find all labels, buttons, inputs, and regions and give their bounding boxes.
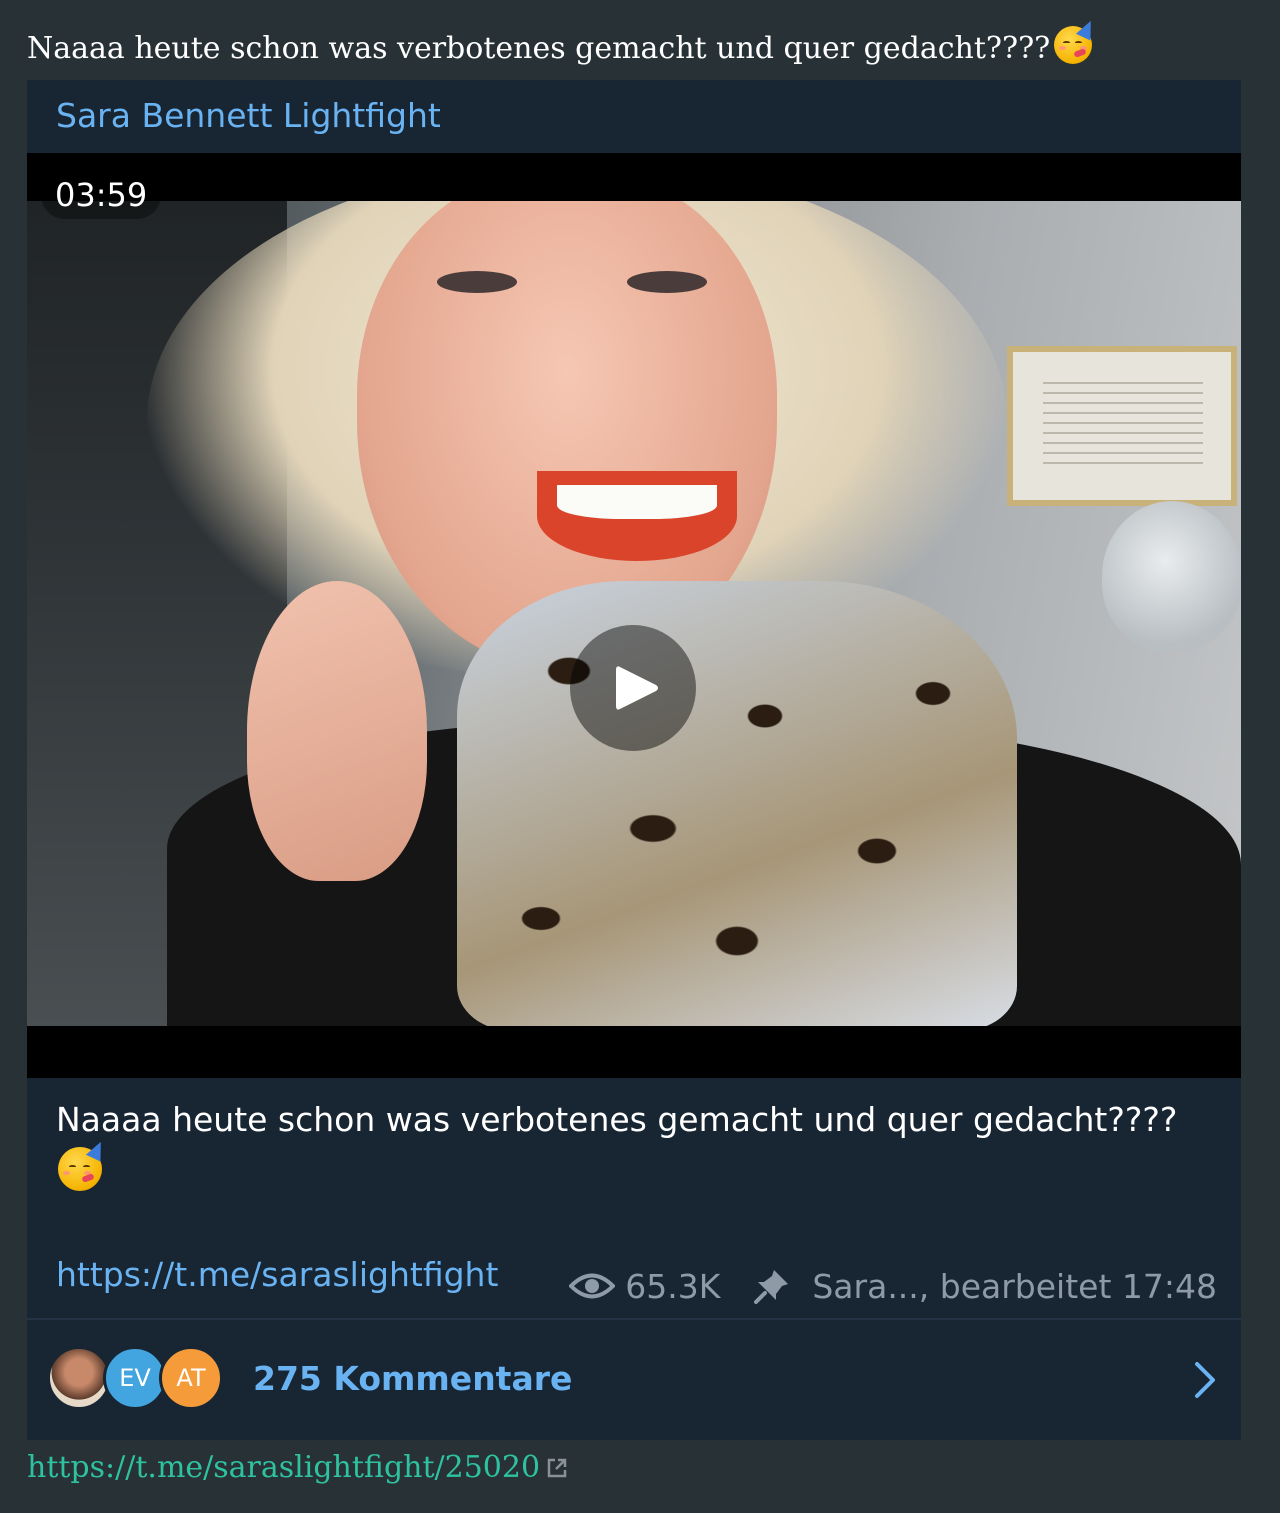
leopard-scarf (457, 581, 1017, 1026)
caption-text: Naaaa heute schon was verbotenes gemacht… (56, 1100, 1178, 1139)
post-title-text: Naaaa heute schon was verbotenes gemacht… (27, 31, 1051, 66)
post-meta: 65.3K Sara..., bearbeitet 17:48 (569, 1264, 1217, 1308)
post-caption: Naaaa heute schon was verbotenes gemacht… (56, 1095, 1206, 1195)
external-link-icon (547, 1458, 567, 1478)
play-button[interactable] (570, 625, 696, 751)
avatar (47, 1346, 111, 1410)
play-icon (616, 666, 658, 710)
channel-link[interactable]: https://t.me/saraslightfight (56, 1250, 498, 1300)
channel-name[interactable]: Sara Bennett Lightfight (56, 94, 441, 138)
telegram-post-card: Sara Bennett Lightfight 03:59 Naaaa heut… (27, 80, 1241, 1440)
view-count: 65.3K (625, 1266, 721, 1306)
eye-icon (569, 1273, 616, 1299)
source-link-text[interactable]: https://t.me/saraslightfight/25020 (27, 1450, 540, 1485)
avatar: AT (159, 1346, 223, 1410)
chevron-right-icon (1195, 1362, 1215, 1398)
source-link[interactable]: https://t.me/saraslightfight/25020 (27, 1446, 568, 1490)
video-thumbnail (27, 201, 1241, 1026)
post-title: Naaaa heute schon was verbotenes gemacht… (27, 17, 1253, 71)
comments-button[interactable]: EV AT 275 Kommentare (27, 1320, 1241, 1440)
partying-face-emoji-icon (1054, 17, 1099, 64)
comment-count: 275 Kommentare (253, 1359, 573, 1398)
lamp (1102, 501, 1241, 651)
video-duration: 03:59 (41, 171, 162, 219)
pin-icon (754, 1270, 789, 1304)
wall-certificate (1007, 346, 1237, 506)
author-edited: Sara..., bearbeitet 17:48 (812, 1266, 1217, 1306)
commenter-avatars: EV AT (47, 1346, 227, 1410)
partying-face-emoji-icon (58, 1138, 109, 1191)
avatar: EV (103, 1346, 167, 1410)
video-player[interactable]: 03:59 (27, 153, 1241, 1078)
